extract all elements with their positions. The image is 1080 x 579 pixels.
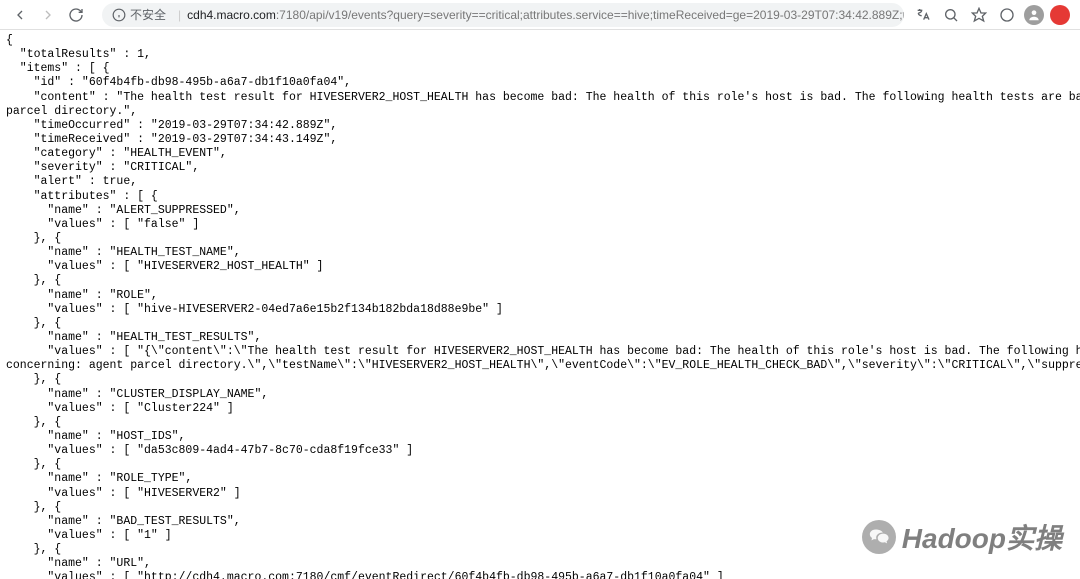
bookmark-star-icon[interactable] [968, 4, 990, 26]
json-response-body: { "totalResults" : 1, "items" : [ { "id"… [0, 30, 1080, 579]
security-indicator[interactable]: 不安全 [112, 6, 166, 23]
security-label: 不安全 [130, 6, 166, 23]
url-path: /api/v19/events?query=severity==critical… [306, 8, 904, 22]
wechat-icon [862, 520, 896, 554]
address-bar[interactable]: 不安全 | cdh4.macro.com:7180/api/v19/events… [102, 3, 904, 27]
info-icon [112, 8, 126, 22]
watermark-text: Hadoop实操 [902, 517, 1062, 557]
toolbar-right [912, 4, 1074, 26]
zoom-icon[interactable] [940, 4, 962, 26]
browser-toolbar: 不安全 | cdh4.macro.com:7180/api/v19/events… [0, 0, 1080, 30]
reload-button[interactable] [62, 1, 90, 29]
translate-icon[interactable] [912, 4, 934, 26]
extension-icon[interactable] [996, 4, 1018, 26]
back-button[interactable] [6, 1, 34, 29]
app-badge-icon[interactable] [1050, 5, 1070, 25]
url-host: cdh4.macro.com [187, 8, 276, 22]
forward-button[interactable] [34, 1, 62, 29]
profile-avatar[interactable] [1024, 5, 1044, 25]
watermark: Hadoop实操 [862, 517, 1062, 557]
